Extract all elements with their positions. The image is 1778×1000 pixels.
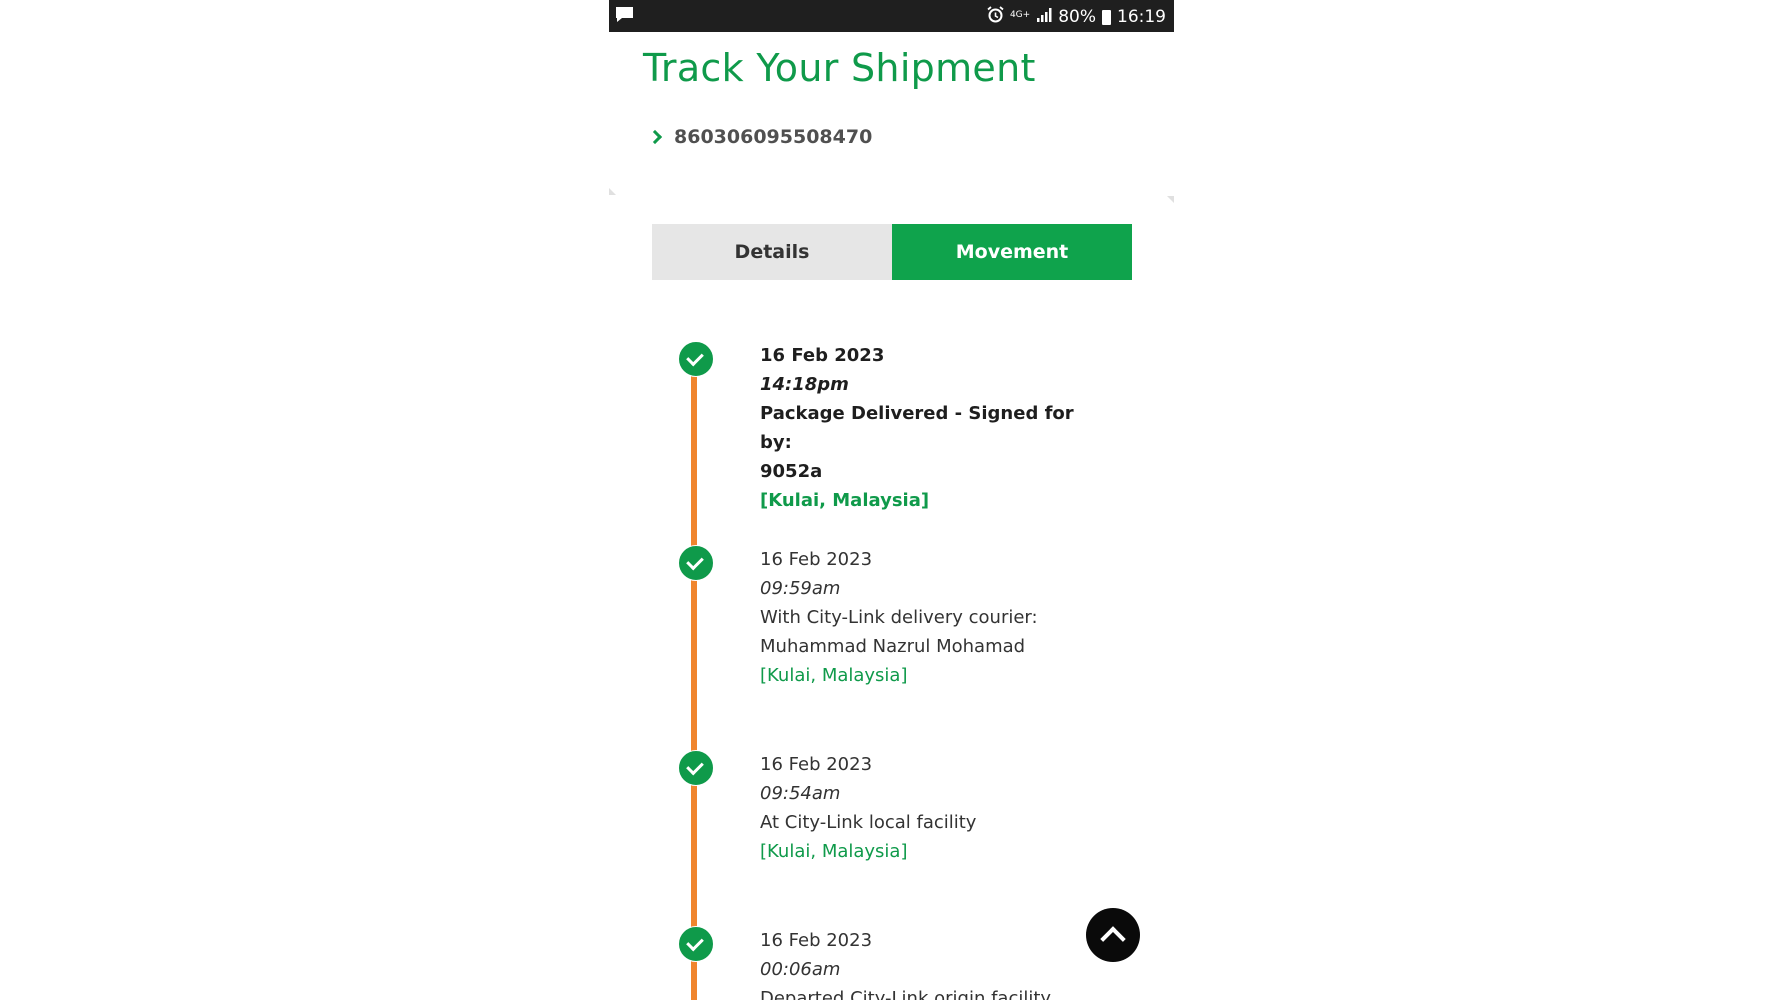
event-description: Package Delivered - Signed for by:	[760, 403, 1074, 453]
event-description: With City-Link delivery courier:	[760, 607, 1038, 628]
phone-screen: 4G+ 80% 16:19 Track Your Shipment 860306…	[609, 0, 1174, 1000]
event-description-cont: Muhammad Nazrul Mohamad	[760, 636, 1026, 657]
event-date: 16 Feb 2023	[760, 345, 885, 366]
event-location: [Kulai, Malaysia]	[760, 665, 908, 686]
check-circle-icon	[678, 341, 714, 377]
check-circle-icon	[678, 926, 714, 962]
event-text: 16 Feb 2023 14:18pm Package Delivered - …	[760, 341, 1100, 515]
check-circle-icon	[678, 750, 714, 786]
event-date: 16 Feb 2023	[760, 754, 873, 775]
movement-timeline: 16 Feb 2023 14:18pm Package Delivered - …	[609, 0, 1174, 1000]
event-description: At City-Link local facility	[760, 812, 977, 833]
event-time: 14:18pm	[760, 374, 849, 395]
event-location: [Kulai, Malaysia]	[760, 490, 930, 511]
event-date: 16 Feb 2023	[760, 930, 873, 951]
event-description: Departed City-Link origin facility	[760, 988, 1052, 1000]
event-text: 16 Feb 2023 00:06am Departed City-Link o…	[760, 926, 1100, 1000]
event-date: 16 Feb 2023	[760, 549, 873, 570]
event-description-cont: 9052a	[760, 461, 823, 482]
scroll-to-top-button[interactable]	[1086, 908, 1140, 962]
event-location: [Kulai, Malaysia]	[760, 841, 908, 862]
event-time: 09:59am	[760, 578, 841, 599]
event-text: 16 Feb 2023 09:59am With City-Link deliv…	[760, 545, 1100, 690]
timeline-line	[691, 358, 697, 1000]
check-circle-icon	[678, 545, 714, 581]
event-time: 09:54am	[760, 783, 841, 804]
event-text: 16 Feb 2023 09:54am At City-Link local f…	[760, 750, 1100, 866]
event-time: 00:06am	[760, 959, 841, 980]
